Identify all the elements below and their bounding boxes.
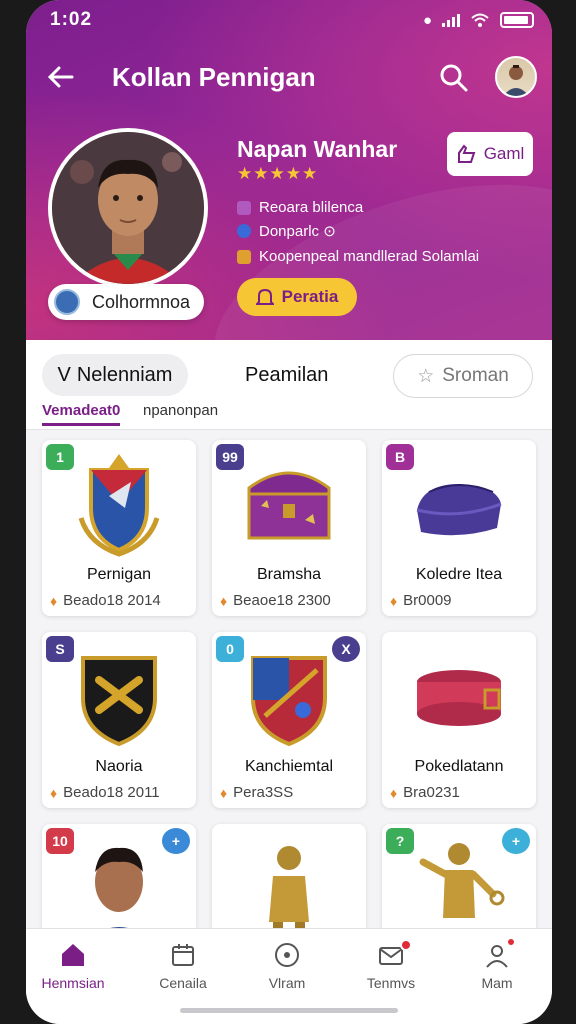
bell-icon <box>255 288 274 305</box>
item-card[interactable]: 0 X Kanchiemtal ♦ Pera3SS <box>212 632 366 808</box>
flame-icon: ♦ <box>390 784 398 801</box>
notify-label: Peratia <box>281 287 339 306</box>
item-card[interactable]: 10 + <box>42 824 196 934</box>
info-text-3: Koopenpeal mandllerad Solamlai <box>259 248 480 265</box>
compass-icon <box>275 943 299 967</box>
nav-label: Vlram <box>268 975 306 991</box>
flame-icon: ♦ <box>50 784 58 801</box>
chest-purple-art <box>247 471 331 540</box>
card-price: Beado18 2014 <box>63 592 161 609</box>
signal-icon <box>442 13 460 27</box>
nav-label: Tenmvs <box>366 975 416 991</box>
subtab-other[interactable]: npanonpan <box>143 402 218 419</box>
tab-secondary[interactable]: Peamilan <box>245 364 328 387</box>
collar-red-art <box>417 670 501 726</box>
nav-messages[interactable]: Tenmvs <box>346 941 436 991</box>
location-icon <box>237 224 251 238</box>
share-icon <box>457 144 476 163</box>
player-name: Napan Wanhar <box>237 136 398 162</box>
app-bar: Kollan Pennigan <box>26 52 552 100</box>
search-chip[interactable]: ☆ Sroman <box>393 354 533 398</box>
phone-screen: 1:02 ● Kollan Pennigan Colhormnoa Napan … <box>26 0 552 1024</box>
wifi-icon <box>471 13 489 27</box>
search-chip-label: Sroman <box>442 365 509 386</box>
follow-button[interactable]: Gaml <box>447 132 533 176</box>
item-card[interactable]: Pokedlatann ♦ Bra0231 <box>382 632 536 808</box>
card-price: Beado18 2011 <box>63 784 160 801</box>
tab-primary[interactable]: V Nelenniam <box>42 354 188 396</box>
info-text-2: Donparlc ⊙ <box>259 223 336 240</box>
info-text-1: Reoara blilenca <box>259 199 364 216</box>
user-avatar[interactable] <box>495 56 537 98</box>
calendar-icon <box>172 944 194 966</box>
card-name: Pernigan <box>86 566 152 583</box>
player-photo <box>48 128 208 288</box>
status-bar: 1:02 ● <box>50 8 534 32</box>
battery-icon <box>500 12 534 28</box>
nav-calendar[interactable]: Cenaila <box>138 941 228 991</box>
card-name: Naoria <box>95 758 143 775</box>
nav-home[interactable]: Henmsian <box>28 941 118 991</box>
home-indicator <box>180 1008 398 1013</box>
tab-prefix: V <box>57 363 71 386</box>
sparkle-icon: ☆ <box>417 365 435 387</box>
pouch-purple-art <box>416 484 502 536</box>
item-card[interactable]: 1 Pernigan ♦ Beado18 2014 <box>42 440 196 616</box>
card-name: Koledre Itea <box>415 566 503 583</box>
notification-icon: ● <box>422 11 432 29</box>
flame-icon: ♦ <box>50 592 58 609</box>
tab-primary-label: Nelenniam <box>76 363 173 386</box>
flame-icon: ♦ <box>220 784 228 801</box>
subtab-active[interactable]: Vemadeat0 <box>42 402 121 426</box>
team-badge[interactable]: Colhormnoa <box>48 284 204 320</box>
nav-label: Henmsian <box>41 975 105 991</box>
status-time: 1:02 <box>50 9 93 30</box>
card-price: Bra0231 <box>403 784 460 801</box>
messages-notification-dot <box>400 939 412 951</box>
item-card[interactable]: B Koledre Itea ♦ Br0009 <box>382 440 536 616</box>
nav-profile[interactable]: Mam <box>452 941 542 991</box>
card-name: Bramsha <box>256 566 322 583</box>
shield-red-art <box>251 656 327 747</box>
flame-icon: ♦ <box>220 592 228 609</box>
shield-black-art <box>81 656 157 747</box>
card-price: Br0009 <box>403 592 452 609</box>
nav-label: Mam <box>481 975 513 991</box>
rating-stars: ★★★★★ <box>237 164 319 183</box>
team-name: Colhormnoa <box>92 291 191 312</box>
search-icon[interactable] <box>438 62 470 94</box>
item-card[interactable]: 99 Bramsha ♦ Beaoe18 2300 <box>212 440 366 616</box>
statue-gold2-art <box>419 843 505 918</box>
item-card[interactable]: S Naoria ♦ Beado18 2011 <box>42 632 196 808</box>
crest-blue-art <box>78 454 160 557</box>
info-row-3: Koopenpeal mandllerad Solamlai <box>237 248 479 265</box>
profile-notification-dot <box>506 937 516 947</box>
trophy-icon <box>237 249 251 264</box>
card-price: Pera3SS <box>233 784 294 801</box>
info-row-1: Reoara blilenca <box>237 199 363 216</box>
item-grid: 1 Pernigan ♦ Beado18 2014 99 Bramsha ♦ Bea… <box>42 440 536 934</box>
nav-explore[interactable]: Vlram <box>242 941 332 991</box>
notify-button[interactable]: Peratia <box>237 278 357 316</box>
statue-gold-art <box>269 846 309 934</box>
team-crest-icon <box>54 289 80 315</box>
info-row-2: Donparlc ⊙ <box>237 222 336 240</box>
filter-tabs: V Nelenniam Peamilan ☆ Sroman Vemadeat0 … <box>26 340 552 430</box>
flame-icon: ♦ <box>390 592 398 609</box>
back-arrow-icon[interactable] <box>44 60 78 94</box>
card-name: Kanchiemtal <box>244 758 334 775</box>
item-card[interactable] <box>212 824 366 934</box>
item-card[interactable]: ? + <box>382 824 536 934</box>
page-title: Kollan Pennigan <box>112 62 316 92</box>
player-card-art <box>94 847 144 934</box>
card-name: Pokedlatann <box>414 758 504 775</box>
follow-label: Gaml <box>483 144 525 163</box>
check-icon <box>237 200 251 215</box>
card-price: Beaoe18 2300 <box>233 592 331 609</box>
home-icon <box>62 944 84 966</box>
nav-label: Cenaila <box>159 975 207 991</box>
